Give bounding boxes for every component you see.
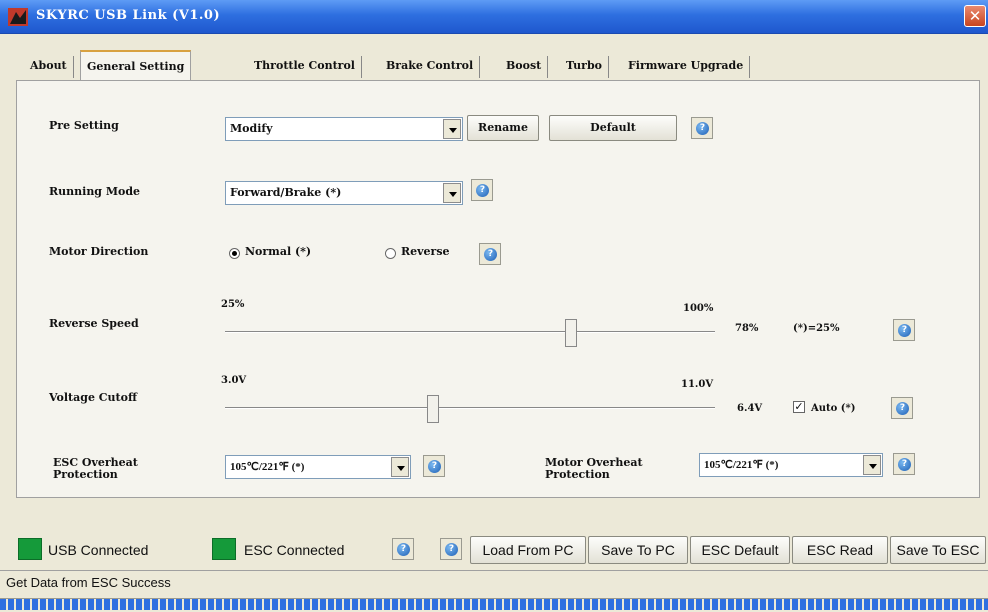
tab-brake-control[interactable]: Brake Control [380, 56, 481, 78]
motor-overheat-select[interactable]: 105℃/221℉ (*) [699, 453, 883, 477]
motor-direction-label: Motor Direction [49, 245, 149, 258]
running-mode-label: Running Mode [49, 185, 141, 198]
help-icon-glyph: ? [696, 122, 709, 135]
reverse-speed-max: 100% [683, 303, 714, 314]
help-icon-glyph: ? [898, 458, 911, 471]
esc-read-button[interactable]: ESC Read [792, 536, 888, 564]
help-icon-glyph: ? [445, 543, 458, 556]
help-icon[interactable]: ? [691, 117, 713, 139]
reverse-speed-default: (*)=25% [793, 323, 840, 334]
tab-firmware-upgrade[interactable]: Firmware Upgrade [622, 56, 751, 78]
reverse-speed-value: 78% [735, 323, 759, 334]
help-icon-glyph: ? [428, 460, 441, 473]
chevron-down-icon[interactable] [863, 455, 881, 475]
running-mode-select[interactable]: Forward/Brake (*) [225, 181, 463, 205]
help-icon-glyph: ? [397, 543, 410, 556]
default-button[interactable]: Default [549, 115, 677, 141]
voltage-cutoff-slider-thumb[interactable] [427, 395, 440, 423]
save-to-esc-button[interactable]: Save To ESC [890, 536, 986, 564]
voltage-cutoff-max: 11.0V [681, 379, 714, 390]
normal-radio-label: Normal (*) [245, 245, 312, 258]
save-to-pc-button[interactable]: Save To PC [588, 536, 688, 564]
help-icon[interactable]: ? [423, 455, 445, 477]
app-icon [8, 8, 28, 26]
reverse-speed-label: Reverse Speed [49, 317, 139, 330]
help-icon[interactable]: ? [479, 243, 501, 265]
esc-overheat-label-line2: Protection [53, 468, 118, 481]
usb-status-label: USB Connected [48, 542, 149, 558]
help-icon-glyph: ? [898, 324, 911, 337]
esc-default-button[interactable]: ESC Default [690, 536, 790, 564]
tab-general-setting[interactable]: General Setting [80, 50, 192, 80]
help-icon-glyph: ? [476, 184, 489, 197]
chevron-down-icon[interactable] [443, 183, 461, 203]
app-window: SKYRC USB Link (V1.0) ✕ About General Se… [0, 0, 988, 612]
chevron-down-icon[interactable] [443, 119, 461, 139]
close-icon[interactable]: ✕ [964, 5, 986, 27]
help-icon[interactable]: ? [392, 538, 414, 560]
reverse-radio[interactable] [385, 248, 396, 259]
running-mode-value: Forward/Brake (*) [230, 186, 342, 199]
general-setting-panel: Pre Setting Modify Rename Default ? Runn… [16, 80, 980, 498]
pre-setting-label: Pre Setting [49, 119, 119, 132]
reverse-speed-slider[interactable] [225, 331, 715, 333]
reverse-speed-min: 25% [221, 299, 245, 310]
help-icon[interactable]: ? [891, 397, 913, 419]
help-icon[interactable]: ? [471, 179, 493, 201]
voltage-cutoff-value: 6.4V [737, 403, 763, 414]
voltage-cutoff-slider[interactable] [225, 407, 715, 409]
voltage-cutoff-label: Voltage Cutoff [49, 391, 137, 404]
usb-status-led [18, 538, 42, 560]
status-bar: Get Data from ESC Success [0, 570, 988, 596]
pre-setting-value: Modify [230, 122, 273, 135]
title-bar: SKYRC USB Link (V1.0) ✕ [0, 0, 988, 34]
esc-overheat-select[interactable]: 105℃/221℉ (*) [225, 455, 411, 479]
help-icon[interactable]: ? [440, 538, 462, 560]
pre-setting-select[interactable]: Modify [225, 117, 463, 141]
load-from-pc-button[interactable]: Load From PC [470, 536, 586, 564]
auto-checkbox[interactable]: ✓ [793, 401, 805, 413]
tab-about[interactable]: About [24, 56, 74, 78]
esc-status-label: ESC Connected [244, 542, 345, 558]
voltage-cutoff-min: 3.0V [221, 375, 247, 386]
esc-overheat-label: ESC Overheat Protection [53, 457, 138, 481]
rename-button[interactable]: Rename [467, 115, 539, 141]
help-icon[interactable]: ? [893, 319, 915, 341]
window-title: SKYRC USB Link (V1.0) [36, 8, 221, 23]
normal-radio[interactable] [229, 248, 240, 259]
reverse-speed-slider-thumb[interactable] [565, 319, 578, 347]
esc-status-led [212, 538, 236, 560]
tab-throttle-control[interactable]: Throttle Control [248, 56, 362, 78]
esc-overheat-value: 105℃/221℉ (*) [230, 461, 305, 473]
help-icon-glyph: ? [484, 248, 497, 261]
motor-overheat-label-line2: Protection [545, 468, 610, 481]
reverse-radio-label: Reverse [401, 245, 450, 258]
motor-overheat-value: 105℃/221℉ (*) [704, 459, 779, 471]
chevron-down-icon[interactable] [391, 457, 409, 477]
tab-boost[interactable]: Boost [500, 56, 549, 78]
motor-overheat-label: Motor Overheat Protection [545, 457, 643, 481]
tab-turbo[interactable]: Turbo [560, 56, 609, 78]
auto-checkbox-label: Auto (*) [811, 403, 856, 414]
progress-bar [0, 598, 988, 610]
help-icon-glyph: ? [896, 402, 909, 415]
help-icon[interactable]: ? [893, 453, 915, 475]
